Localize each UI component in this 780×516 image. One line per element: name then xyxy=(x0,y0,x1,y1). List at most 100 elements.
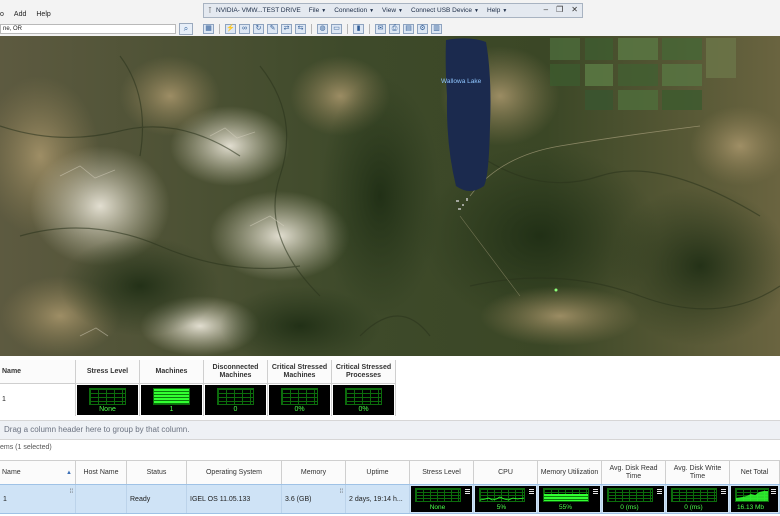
toolbar-divider xyxy=(219,24,220,34)
remote-session-toolbar: ⊺ NVIDIA- VMW...TEST DRIVE File ▼ Connect… xyxy=(203,3,583,18)
col-disk-read[interactable]: Avg. Disk Read Time xyxy=(602,461,666,485)
minimize-icon[interactable]: – xyxy=(544,5,548,14)
cell-name: 1 ⁞⁞ xyxy=(0,485,76,513)
critical-machines-gauge: 0% xyxy=(268,384,332,416)
group-by-panel[interactable]: Drag a column header here to group by th… xyxy=(0,420,780,440)
col-disk-write[interactable]: Avg. Disk Write Time xyxy=(666,461,730,485)
col-disconnected[interactable]: Disconnected Machines xyxy=(204,360,268,384)
gauge-menu-icon[interactable] xyxy=(657,489,662,495)
col-stress-level[interactable]: Stress Level xyxy=(410,461,474,485)
disconnected-gauge: 0 xyxy=(204,384,268,416)
col-name[interactable]: Name ▲ xyxy=(0,461,76,485)
toolbar-divider xyxy=(369,24,370,34)
table-row[interactable]: 1 ⁞⁞ Ready IGEL OS 11.05.133 3.6 (GB) ⁞⁞ 2… xyxy=(0,484,780,514)
app-toolbar: o Add Help ne, OR ⌕ ⊺ NVIDIA- VMW...TEST… xyxy=(0,0,780,37)
rt-menu-help[interactable]: Help ▼ xyxy=(487,7,507,14)
col-stress-level[interactable]: Stress Level xyxy=(76,360,140,384)
menu-item-add[interactable]: Add xyxy=(14,11,26,18)
col-os[interactable]: Operating System xyxy=(187,461,282,485)
machines-gauge: 1 xyxy=(140,384,204,416)
sort-asc-icon: ▲ xyxy=(66,470,72,476)
machines-fill xyxy=(154,389,189,404)
rt-menu-view[interactable]: View ▼ xyxy=(382,7,403,14)
link-icon[interactable]: ∞ xyxy=(239,24,250,34)
col-net-total[interactable]: Net Total xyxy=(730,461,780,485)
menu-bar: o Add Help xyxy=(0,11,51,18)
memory-util-value: 55% xyxy=(558,504,572,511)
caret-down-icon: ▼ xyxy=(474,8,479,14)
gauge-menu-icon[interactable] xyxy=(465,489,470,495)
terrain-image xyxy=(0,36,780,356)
group-by-hint: Drag a column header here to group by th… xyxy=(4,425,190,434)
column-icon[interactable]: ▮ xyxy=(353,24,364,34)
col-memory-utilization[interactable]: Memory Utilization xyxy=(538,461,602,485)
icon-toolbar: ▦ ⚡ ∞ ↻ ✎ ⇄ ⇆ ◍ ▭ ▮ ✉ ⎙ ▤ ⚙ ▥ xyxy=(203,23,442,35)
edit-icon[interactable]: ✎ xyxy=(267,24,278,34)
col-uptime[interactable]: Uptime xyxy=(346,461,410,485)
rt-menu-view-label: View xyxy=(382,7,397,14)
rt-menu-file-label: File xyxy=(308,7,320,14)
grid-header: Name ▲ Host Name Status Operating System … xyxy=(0,460,780,485)
gauge-menu-icon[interactable] xyxy=(529,489,534,495)
restore-icon[interactable]: ❐ xyxy=(556,5,563,14)
chart-icon[interactable]: ▤ xyxy=(403,24,414,34)
cell-os: IGEL OS 11.05.133 xyxy=(187,485,282,513)
gauge-menu-icon[interactable] xyxy=(593,489,598,495)
search-button[interactable]: ⌕ xyxy=(179,23,193,35)
rt-menu-connection[interactable]: Connection ▼ xyxy=(334,7,374,14)
critical-processes-gauge: 0% xyxy=(332,384,396,416)
stress-value: None xyxy=(429,504,446,511)
grid-icon[interactable]: ▥ xyxy=(431,24,442,34)
col-machines[interactable]: Machines xyxy=(140,360,204,384)
mail-icon[interactable]: ✉ xyxy=(375,24,386,34)
rt-menu-usb-label: Connect USB Device xyxy=(410,7,473,14)
close-icon[interactable]: ✕ xyxy=(571,5,578,14)
cell-memory: 3.6 (GB) ⁞⁞ xyxy=(282,485,346,513)
caret-down-icon: ▼ xyxy=(502,8,508,14)
col-memory[interactable]: Memory xyxy=(282,461,346,485)
col-critical-machines[interactable]: Critical Stressed Machines xyxy=(268,360,332,384)
lake-label: Wallowa Lake xyxy=(441,78,482,85)
col-cpu[interactable]: CPU xyxy=(474,461,538,485)
rt-menu-usb[interactable]: Connect USB Device ▼ xyxy=(411,7,479,14)
satellite-map[interactable]: Wallowa Lake xyxy=(0,36,780,356)
caret-down-icon: ▼ xyxy=(369,8,375,14)
cell-stress-level: None xyxy=(410,485,474,513)
lake-shape xyxy=(445,38,491,192)
cell-name-text: 1 xyxy=(3,495,7,503)
caret-down-icon: ▼ xyxy=(321,8,327,14)
layout-icon[interactable]: ▦ xyxy=(203,24,214,34)
disconnected-value: 0 xyxy=(233,406,238,413)
item-count: ems (1 selected) xyxy=(0,444,52,451)
cell-disk-read: 0 (ms) xyxy=(602,485,666,513)
stress-level-value: None xyxy=(99,406,116,413)
toolbar-divider xyxy=(311,24,312,34)
location-input[interactable]: ne, OR xyxy=(0,24,176,34)
toolbar-divider xyxy=(347,24,348,34)
menu-item-help[interactable]: Help xyxy=(36,11,50,18)
settings-icon[interactable]: ⚙ xyxy=(417,24,428,34)
summary-row[interactable]: 1 None 1 0 0% 0% xyxy=(0,384,396,416)
cell-disk-write: 0 (ms) xyxy=(666,485,730,513)
gauge-menu-icon[interactable] xyxy=(771,489,776,495)
col-critical-processes[interactable]: Critical Stressed Processes xyxy=(332,360,396,384)
col-host-name[interactable]: Host Name xyxy=(76,461,127,485)
col-name-label: Name xyxy=(2,468,21,476)
col-status[interactable]: Status xyxy=(127,461,187,485)
cell-status: Ready xyxy=(127,485,187,513)
rt-menu-file[interactable]: File ▼ xyxy=(309,7,326,14)
refresh-icon[interactable]: ↻ xyxy=(253,24,264,34)
gauge-menu-icon[interactable] xyxy=(721,489,726,495)
print-icon[interactable]: ⎙ xyxy=(389,24,400,34)
cell-memory-utilization: 55% xyxy=(538,485,602,513)
power-icon[interactable]: ⚡ xyxy=(225,24,236,34)
search-icon: ⌕ xyxy=(183,24,189,33)
pin-icon[interactable]: ⊺ xyxy=(204,6,216,15)
folder-icon[interactable]: ▭ xyxy=(331,24,342,34)
export-icon[interactable]: ⇄ xyxy=(281,24,292,34)
menu-item-file[interactable]: o xyxy=(0,11,4,18)
share-icon[interactable]: ⇆ xyxy=(295,24,306,34)
globe-icon[interactable]: ◍ xyxy=(317,24,328,34)
col-name[interactable]: Name xyxy=(0,360,76,384)
cell-cpu: 5% xyxy=(474,485,538,513)
